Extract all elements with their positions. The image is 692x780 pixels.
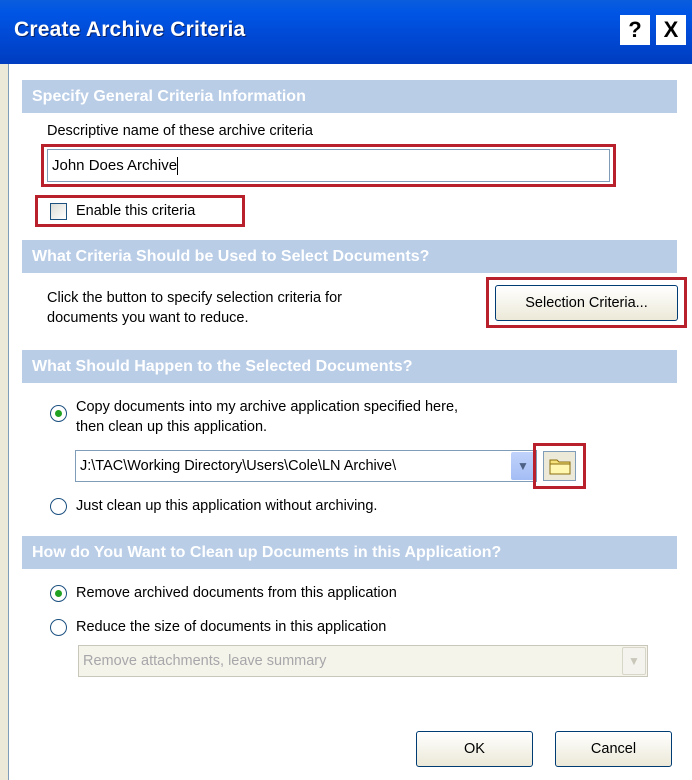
help-button[interactable]: ?: [620, 15, 650, 45]
remove-archived-radio[interactable]: [50, 585, 67, 602]
remove-archived-label[interactable]: Remove archived documents from this appl…: [76, 583, 397, 603]
copy-documents-radio[interactable]: [50, 405, 67, 422]
criteria-name-value: John Does Archive: [52, 157, 178, 174]
copy-documents-label-line1[interactable]: Copy documents into my archive applicati…: [76, 397, 458, 417]
selection-criteria-button[interactable]: Selection Criteria...: [495, 285, 678, 321]
close-button[interactable]: X: [656, 15, 686, 45]
cleanup-only-radio[interactable]: [50, 498, 67, 515]
section-header-cleanup: How do You Want to Clean up Documents in…: [22, 536, 677, 569]
enable-criteria-label[interactable]: Enable this criteria: [76, 201, 195, 221]
ok-button[interactable]: OK: [416, 731, 533, 767]
title-bar[interactable]: Create Archive Criteria ? X: [0, 0, 692, 64]
chevron-down-icon[interactable]: ▼: [622, 647, 646, 675]
browse-folder-button[interactable]: [543, 451, 576, 481]
reduce-option-combobox[interactable]: Remove attachments, leave summary ▼: [78, 645, 648, 677]
create-archive-criteria-dialog: Create Archive Criteria ? X Specify Gene…: [0, 0, 692, 780]
folder-icon: [549, 459, 570, 475]
cleanup-only-label[interactable]: Just clean up this application without a…: [76, 496, 377, 516]
criteria-name-input[interactable]: John Does Archive: [47, 149, 610, 182]
cancel-button[interactable]: Cancel: [555, 731, 672, 767]
selection-desc-line2: documents you want to reduce.: [47, 310, 249, 326]
selection-desc-line1: Click the button to specify selection cr…: [47, 290, 342, 306]
reduce-size-radio[interactable]: [50, 619, 67, 636]
chevron-down-icon[interactable]: ▼: [511, 452, 535, 480]
enable-criteria-checkbox[interactable]: [50, 203, 67, 220]
section-header-happen: What Should Happen to the Selected Docum…: [22, 350, 677, 383]
reduce-option-value: Remove attachments, leave summary: [83, 653, 327, 669]
archive-path-combobox[interactable]: J:\TAC\Working Directory\Users\Cole\LN A…: [75, 450, 537, 482]
copy-documents-label-line2[interactable]: then clean up this application.: [76, 417, 267, 437]
name-label: Descriptive name of these archive criter…: [47, 123, 313, 139]
section-header-selection: What Criteria Should be Used to Select D…: [22, 240, 677, 273]
archive-path-value: J:\TAC\Working Directory\Users\Cole\LN A…: [80, 458, 397, 474]
section-header-general: Specify General Criteria Information: [22, 80, 677, 113]
window-title: Create Archive Criteria: [14, 18, 246, 41]
reduce-size-label[interactable]: Reduce the size of documents in this app…: [76, 617, 386, 637]
